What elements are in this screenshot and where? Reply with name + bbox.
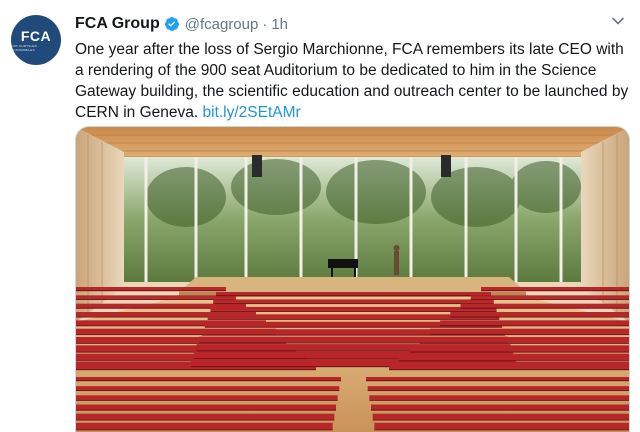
verified-badge-icon [164,17,179,31]
seat-row-shadow [216,295,491,297]
seat-row-shadow [76,389,340,392]
seat-row [399,353,629,361]
seat-row-shadow [389,369,629,371]
seat-row [481,287,629,290]
seat-row [216,292,491,295]
seat-row-shadow [440,325,629,327]
seat-row-shadow [76,429,333,431]
seat-row [369,395,629,400]
seat-row [213,299,494,303]
seat-row [460,303,629,308]
seat-row [419,337,629,343]
seat-row [440,320,629,326]
seat-row [374,422,629,430]
seat-row [76,413,335,420]
seat-row [366,377,629,380]
avatar-logo-text: FCA [20,27,52,44]
seat-row [76,395,338,400]
seat-row-shadow [367,389,629,392]
seat-row [210,306,497,311]
seat-row [76,295,236,299]
seat-row-shadow [76,369,316,371]
seat-row-shadow [460,307,629,309]
tweet-timestamp[interactable]: 1h [271,16,288,33]
seat-row-shadow [366,380,629,382]
seat-row-shadow [429,333,629,336]
seat-row-shadow [76,399,338,401]
seat-row [367,386,629,390]
author-handle[interactable]: @fcagroup [185,16,259,33]
seat-row-shadow [207,318,500,320]
seat-row [470,295,629,299]
tweet-text: One year after the loss of Sergio Marchi… [75,39,635,123]
seat-row [372,413,629,420]
tweet-header: FCA Group @fcagroup · 1h [75,13,288,35]
tweet-body: One year after the loss of Sergio Marchi… [75,41,629,121]
seat-row-shadow [374,429,629,431]
seat-row-shadow [213,302,494,305]
seat-row [371,404,629,410]
seat-row-shadow [369,399,629,401]
seat-row-shadow [450,316,629,318]
seat-row [76,404,336,410]
tweet-image[interactable] [75,126,630,432]
auditorium-rendering [76,127,629,432]
seat-row [76,422,333,430]
avatar[interactable]: FCA FIAT CHRYSLER AUTOMOBILES [11,15,61,65]
seat-row-shadow [409,351,629,353]
seat-row [409,345,629,352]
seat-row-shadow [76,409,336,411]
seat-row [450,312,629,317]
seat-row-shadow [76,380,341,382]
seat-row-shadow [481,290,629,292]
seat-row-shadow [210,310,497,312]
seat-row-shadow [76,419,335,421]
seat-row-shadow [399,360,629,362]
seat-row-shadow [76,298,236,300]
seat-row [429,328,629,334]
seat-row-shadow [371,409,629,411]
seat-row [76,386,340,390]
avatar-sub-text: FIAT CHRYSLER AUTOMOBILES [11,43,37,52]
seat-row [389,362,629,369]
tweet-link[interactable]: bit.ly/2SEtAMr [203,104,301,121]
tweet[interactable]: FCA FIAT CHRYSLER AUTOMOBILES FCA Group … [0,0,640,432]
seat-row-shadow [470,298,629,300]
seat-row-shadow [204,326,503,328]
seat-row-shadow [419,342,629,344]
seat-row-shadow [372,419,629,421]
seat-row-shadow [76,290,226,292]
author-name[interactable]: FCA Group [75,15,160,33]
seat-row [76,287,226,290]
chevron-down-icon[interactable] [611,14,625,28]
header-separator: · [262,15,268,33]
seat-row [76,377,341,380]
